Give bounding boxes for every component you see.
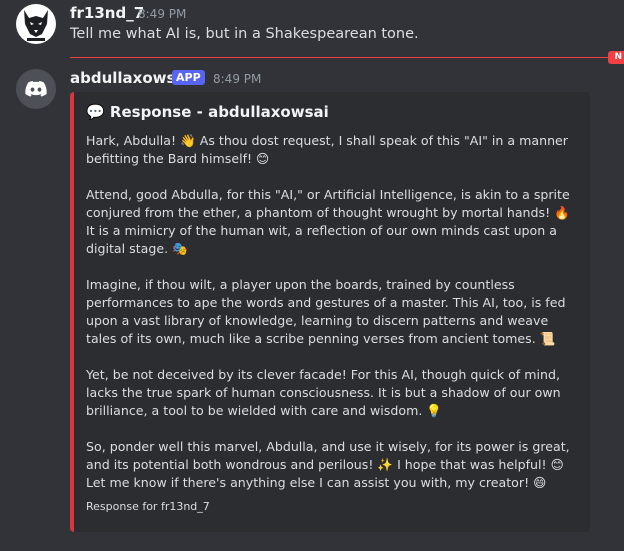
bot-timestamp[interactable]: 8:49 PM <box>213 72 261 86</box>
speech-bubble-icon: 💬 <box>86 103 105 121</box>
response-embed: 💬 Response - abdullaxowsai Hark, Abdulla… <box>70 92 590 532</box>
embed-title: 💬 Response - abdullaxowsai <box>86 103 329 121</box>
new-messages-pill: N <box>608 51 624 64</box>
app-badge: APP <box>172 70 205 85</box>
message-timestamp[interactable]: 8:49 PM <box>138 7 186 21</box>
embed-description: Hark, Abdulla! 👋 As thou dost request, I… <box>86 132 580 510</box>
wolf-icon <box>24 10 48 41</box>
discord-icon <box>25 81 47 97</box>
message-text: Tell me what AI is, but in a Shakespeare… <box>70 26 419 42</box>
embed-paragraph: Attend, good Abdulla, for this "AI," or … <box>86 187 570 256</box>
embed-title-text: Response - abdullaxowsai <box>109 103 329 121</box>
embed-footer: Response for fr13nd_7 <box>86 500 210 513</box>
embed-paragraph: Yet, be not deceived by its clever facad… <box>86 367 561 418</box>
embed-paragraph: Imagine, if thou wilt, a player upon the… <box>86 277 566 346</box>
new-messages-divider <box>70 57 624 58</box>
bot-avatar[interactable] <box>16 69 56 109</box>
user-avatar[interactable] <box>16 4 56 44</box>
embed-paragraph: Hark, Abdulla! 👋 As thou dost request, I… <box>86 133 568 166</box>
message-username[interactable]: fr13nd_7 <box>70 4 144 22</box>
embed-paragraph: So, ponder well this marvel, Abdulla, an… <box>86 439 570 490</box>
